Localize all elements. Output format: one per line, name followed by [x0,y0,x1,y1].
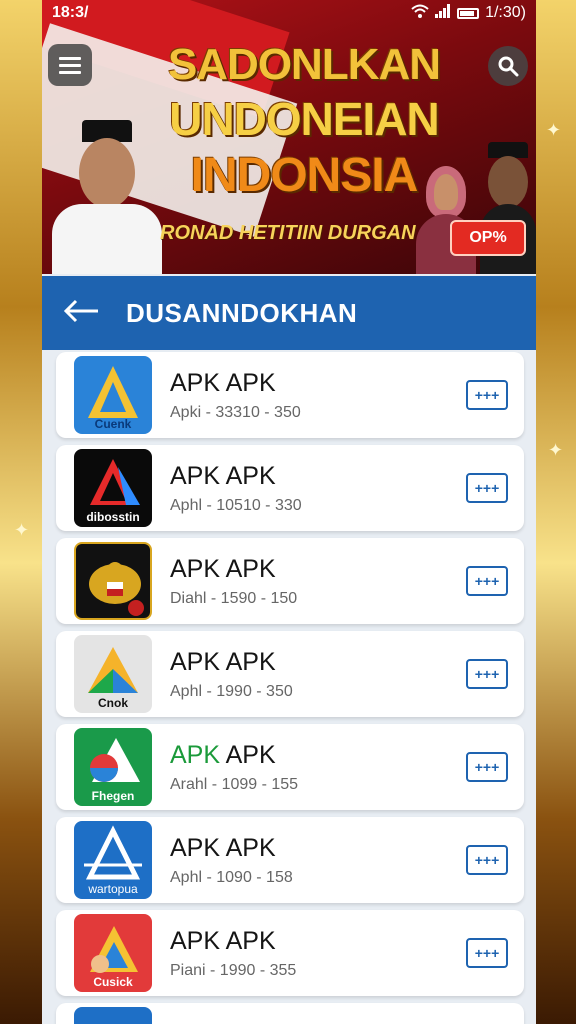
app-icon: wartopua [74,821,152,899]
more-button[interactable]: +++ [466,473,508,503]
more-dots-icon: +++ [474,387,500,403]
app-meta: Aphl - 1990 - 350 [170,682,293,700]
page-title: DUSANNDOKHAN [126,297,358,328]
more-button[interactable]: +++ [466,938,508,968]
banner-discount-badge: OP% [450,220,526,256]
more-button[interactable]: +++ [466,380,508,410]
more-button[interactable]: +++ [466,845,508,875]
app-list-item[interactable]: Fhegen APK APK Arahl - 1099 - 155 +++ [56,724,524,810]
app-list-item[interactable]: Cnok APK APK Aphl - 1990 - 350 +++ [56,631,524,717]
sparkle-icon: ✦ [14,520,30,540]
app-icon [74,542,152,620]
arrow-left-icon [62,299,100,328]
app-meta: Diahl - 1590 - 150 [170,589,298,607]
status-icons: 1/:30) [411,3,526,23]
more-dots-icon: +++ [474,945,500,961]
signal-icon [435,3,451,23]
app-icon: Fhegen [74,728,152,806]
status-time: 18:3/ [52,4,89,21]
app-icon: Cnok [74,635,152,713]
more-dots-icon: +++ [474,666,500,682]
banner-subtitle: RONAD HETITIIN DURGAN [160,222,416,244]
back-button[interactable] [62,298,102,328]
more-dots-icon: +++ [474,573,500,589]
battery-icon [457,7,480,19]
app-name: APK APK [170,368,276,397]
app-list-item-partial[interactable] [56,1003,524,1024]
app-name: APK APK [170,461,276,490]
status-right-time: 1/:30) [485,4,526,21]
more-button[interactable]: +++ [466,566,508,596]
app-icon [74,1007,152,1024]
app-meta: Piani - 1990 - 355 [170,961,297,979]
more-button[interactable]: +++ [466,752,508,782]
app-icon: Cuenk [74,356,152,434]
more-dots-icon: +++ [474,480,500,496]
search-icon [497,55,519,77]
menu-button[interactable] [48,44,92,86]
navigation-bar: DUSANNDOKHAN [42,276,536,350]
app-meta: Arahl - 1099 - 155 [170,775,299,793]
status-bar: 18:3/ 1/:30) [42,0,536,26]
app-name: APK APK [170,647,276,676]
app-icon: dibosstin [74,449,152,527]
more-dots-icon: +++ [474,759,500,775]
app-name: APK APK [170,740,276,769]
app-name: APK APK [170,554,276,583]
app-icon: Cusick [74,914,152,992]
banner-title-line1: SADONLKAN [167,40,441,89]
more-button[interactable]: +++ [466,659,508,689]
app-screen: SADONLKAN UNDONEIAN INDONSIA RONAD HETIT… [42,0,536,1024]
sparkle-icon: ✦ [546,120,562,140]
more-dots-icon: +++ [474,852,500,868]
hamburger-icon [59,56,81,74]
app-meta: Apki - 33310 - 350 [170,403,301,421]
app-list: Cuenk APK APK Apki - 33310 - 350 +++ dib… [56,352,524,1024]
promo-banner[interactable]: SADONLKAN UNDONEIAN INDONSIA RONAD HETIT… [42,0,536,274]
app-list-item[interactable]: APK APK Diahl - 1590 - 150 +++ [56,538,524,624]
banner-title-line3: INDONSIA [190,149,419,202]
banner-title-line2: UNDONEIAN [169,93,440,145]
wifi-icon [411,4,429,23]
app-list-item[interactable]: Cuenk APK APK Apki - 33310 - 350 +++ [56,352,524,438]
app-meta: Aphl - 10510 - 330 [170,496,302,514]
search-button[interactable] [488,46,528,86]
banner-person-left [52,120,162,274]
app-meta: Aphl - 1090 - 158 [170,868,293,886]
app-name: APK APK [170,833,276,862]
app-list-item[interactable]: dibosstin APK APK Aphl - 10510 - 330 +++ [56,445,524,531]
app-list-item[interactable]: Cusick APK APK Piani - 1990 - 355 +++ [56,910,524,996]
app-list-item[interactable]: wartopua APK APK Aphl - 1090 - 158 +++ [56,817,524,903]
app-name: APK APK [170,926,276,955]
sparkle-icon: ✦ [548,440,564,460]
